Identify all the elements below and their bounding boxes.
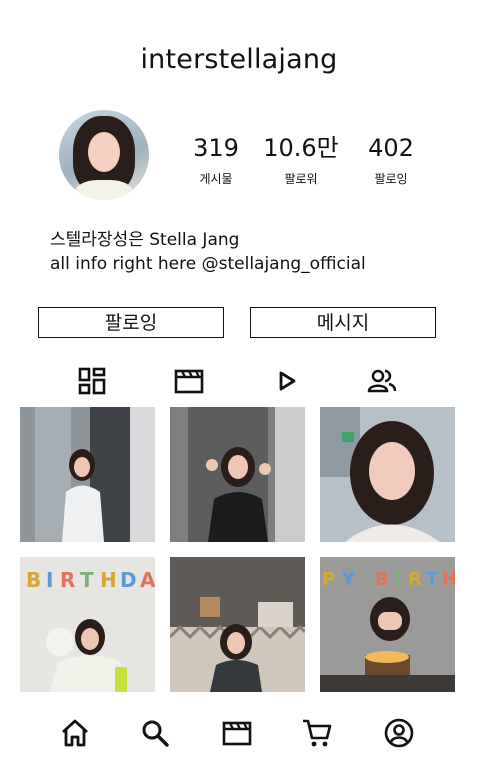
following-button[interactable]: 팔로잉 (38, 307, 224, 338)
search-icon[interactable] (139, 717, 171, 749)
home-icon[interactable] (59, 717, 91, 749)
stat-followers-label: 팔로워 (284, 172, 318, 186)
svg-text:Y: Y (341, 569, 356, 590)
stat-followers-count: 10.6만 (263, 134, 339, 162)
stat-following-count: 402 (368, 134, 414, 162)
reels-icon[interactable] (174, 366, 204, 396)
svg-text:D: D (120, 568, 137, 592)
svg-text:R: R (60, 568, 75, 592)
svg-text:R: R (408, 569, 422, 590)
cart-icon[interactable] (301, 717, 333, 749)
post-thumbnail[interactable]: P Y B I R T H (320, 557, 455, 692)
svg-text:A: A (140, 568, 155, 592)
post-thumbnail[interactable] (170, 557, 305, 692)
stat-following[interactable]: 402 팔로잉 (364, 134, 418, 187)
bio-line-link[interactable]: all info right here @stellajang_official (50, 252, 366, 276)
stat-posts-label: 게시물 (199, 172, 233, 186)
stat-posts[interactable]: 319 게시물 (193, 134, 239, 187)
svg-text:I: I (46, 568, 53, 592)
post-thumbnail[interactable] (20, 407, 155, 542)
profile-icon[interactable] (383, 717, 415, 749)
svg-text:T: T (426, 569, 439, 590)
tagged-people-icon[interactable] (367, 366, 397, 396)
svg-text:P: P (322, 569, 335, 590)
profile-avatar[interactable] (59, 110, 149, 200)
profile-bio: 스텔라장성은 Stella Jang all info right here @… (50, 228, 366, 276)
svg-text:H: H (100, 568, 117, 592)
post-thumbnail[interactable] (320, 407, 455, 542)
svg-text:I: I (395, 569, 402, 590)
post-thumbnail[interactable] (170, 407, 305, 542)
post-thumbnail[interactable]: B I R T H D A (20, 557, 155, 692)
message-button[interactable]: 메시지 (250, 307, 436, 338)
bio-line-name: 스텔라장성은 Stella Jang (50, 230, 240, 250)
reels-nav-icon[interactable] (221, 717, 253, 749)
play-icon[interactable] (272, 366, 302, 396)
grid-icon[interactable] (77, 366, 107, 396)
stat-followers[interactable]: 10.6만 팔로워 (263, 134, 339, 187)
profile-username: interstellajang (140, 44, 338, 75)
stat-following-label: 팔로잉 (374, 172, 408, 186)
svg-text:B: B (26, 568, 41, 592)
stat-posts-count: 319 (193, 134, 239, 162)
svg-text:H: H (442, 569, 455, 590)
svg-text:B: B (375, 569, 389, 590)
svg-text:T: T (80, 568, 94, 592)
